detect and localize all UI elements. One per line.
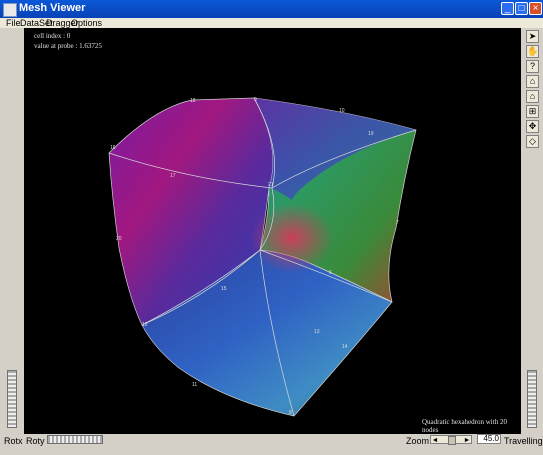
node-label: 6 (329, 270, 332, 276)
node-label: 7 (396, 220, 399, 226)
right-toolbar: ➤ ✋ ? ⌂ ⌂ ⊞ ✥ ◇ (521, 28, 543, 434)
node-label: 10 (339, 108, 345, 114)
mode-label: Travelling (504, 436, 543, 446)
menu-file[interactable]: File (6, 18, 21, 28)
node-label: 13 (314, 329, 320, 335)
node-label: 9 (254, 97, 257, 103)
close-button[interactable]: × (529, 2, 542, 15)
pointer-icon[interactable]: ➤ (526, 30, 539, 43)
maximize-button[interactable]: □ (515, 2, 528, 15)
node-label: 16 (110, 145, 116, 151)
bottom-bar: Rotx Roty Zoom ◄ ► 45.0 Travelling (0, 434, 543, 455)
zoom-label: Zoom (406, 436, 430, 446)
left-decoration-bar (0, 28, 24, 434)
menu-bar: File DataSet Dragger Options (0, 18, 543, 28)
seek-icon[interactable]: ✥ (526, 120, 539, 133)
rotx-thumbwheel[interactable] (7, 370, 17, 428)
set-home-icon[interactable]: ⌂ (526, 90, 539, 103)
window-title: Mesh Viewer (19, 2, 86, 14)
zoom-thumbwheel[interactable] (527, 370, 537, 428)
zoom-slider[interactable]: ◄ ► (430, 435, 472, 445)
home-icon[interactable]: ⌂ (526, 75, 539, 88)
zoom-slider-thumb[interactable] (448, 436, 456, 445)
node-label: 12 (142, 322, 148, 328)
title-bar: Mesh Viewer _ □ × (0, 0, 543, 18)
node-label: 19 (368, 131, 374, 137)
node-label: 21 (268, 182, 274, 188)
view-all-icon[interactable]: ⊞ (526, 105, 539, 118)
zoom-left-arrow-icon[interactable]: ◄ (431, 436, 439, 445)
roty-thumbwheel[interactable] (47, 435, 103, 444)
rotx-label: Rotx (4, 436, 23, 446)
mesh-render: 18 9 10 19 21 17 16 20 7 6 15 12 13 14 1… (108, 97, 417, 417)
zoom-value-field[interactable]: 45.0 (477, 434, 501, 444)
node-label: 20 (116, 236, 122, 242)
menu-options[interactable]: Options (71, 18, 102, 28)
node-label: 18 (190, 98, 196, 104)
node-label: 15 (221, 286, 227, 292)
node-label: 11 (192, 382, 197, 388)
zoom-right-arrow-icon[interactable]: ► (463, 436, 471, 445)
node-label: 8 (289, 410, 292, 416)
node-label: 17 (170, 173, 176, 179)
viewport-3d[interactable]: cell index : 0 value at probe : 1.63725 … (24, 28, 521, 434)
roty-label: Roty (26, 436, 45, 446)
perspective-icon[interactable]: ◇ (526, 135, 539, 148)
minimize-button[interactable]: _ (501, 2, 514, 15)
app-icon (3, 3, 17, 17)
node-label: 14 (342, 344, 348, 350)
help-icon[interactable]: ? (526, 60, 539, 73)
hand-icon[interactable]: ✋ (526, 45, 539, 58)
